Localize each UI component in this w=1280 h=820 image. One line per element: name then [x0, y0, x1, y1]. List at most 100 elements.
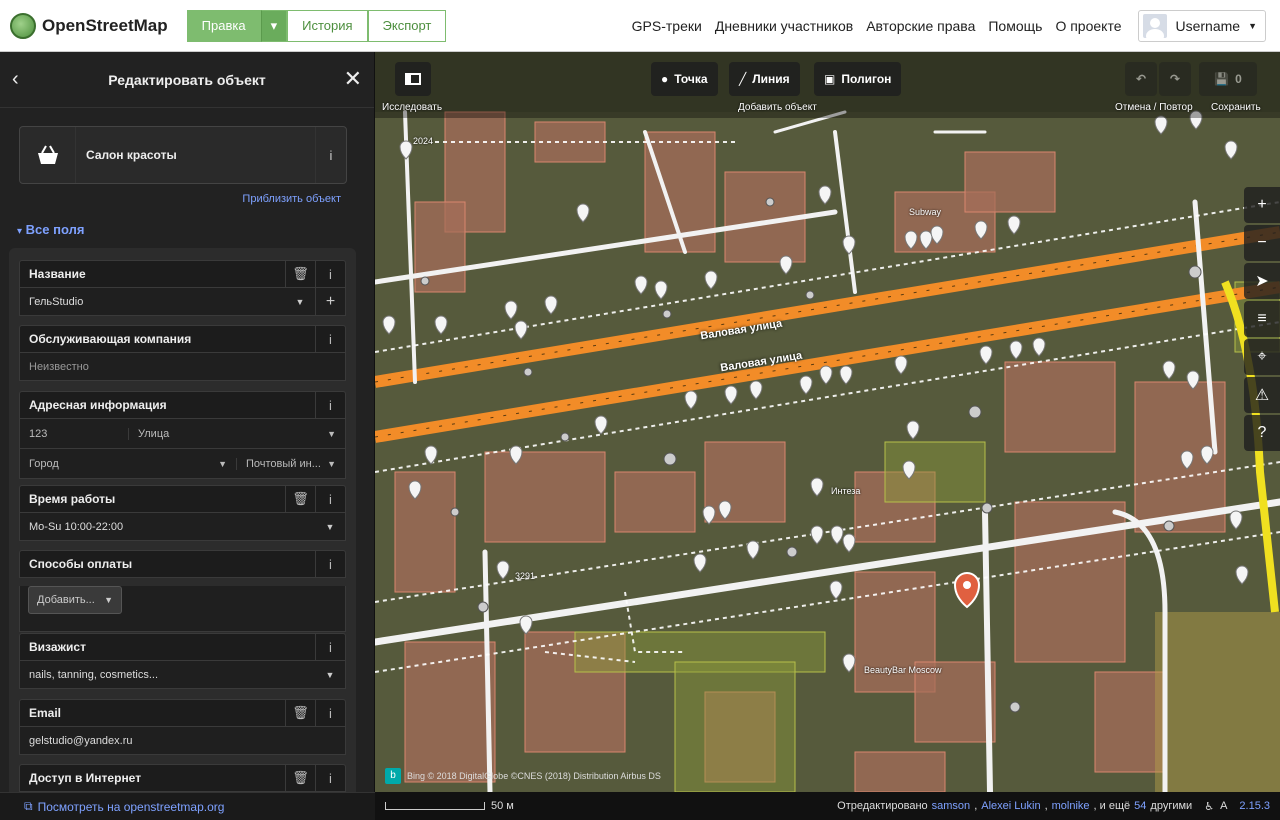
add-line-button[interactable]: ╱ Линия: [729, 62, 800, 96]
user-link[interactable]: samson: [932, 800, 971, 812]
zoom-in-icon[interactable]: +: [1244, 187, 1280, 223]
plus-icon[interactable]: +: [315, 288, 345, 315]
field-label: Адресная информация: [29, 398, 167, 412]
field-name: Название 🗑 i ГельStudio ▼ +: [19, 260, 346, 316]
info-icon[interactable]: i: [315, 486, 345, 512]
nav-links: GPS-треки Дневники участников Авторские …: [632, 9, 1266, 42]
help-icon[interactable]: ?: [1244, 415, 1280, 451]
field-internet-access: Доступ в Интернет 🗑 i: [19, 764, 346, 792]
street-input[interactable]: Улица ▼: [129, 428, 345, 440]
field-label: Email: [29, 706, 62, 720]
back-icon[interactable]: ‹: [12, 68, 19, 91]
chevron-down-icon: ▾: [17, 226, 23, 237]
field-label: Способы оплаты: [29, 557, 133, 571]
field-email: Email 🗑 i gelstudio@yandex.ru: [19, 699, 346, 755]
avatar: [1143, 13, 1168, 38]
accessibility-icon[interactable]: ♿: [1204, 800, 1214, 813]
housenumber-input[interactable]: 123: [20, 427, 129, 440]
poi-label: 2024: [413, 136, 434, 146]
issues-icon[interactable]: ⚠: [1244, 377, 1280, 413]
info-icon[interactable]: i: [315, 127, 346, 183]
user-menu-button[interactable]: Username ▼: [1138, 9, 1266, 42]
info-icon[interactable]: i: [315, 551, 345, 577]
field-makeup: Визажист i nails, tanning, cosmetics... …: [19, 633, 346, 689]
postcode-input[interactable]: Почтовый ин... ▼: [237, 458, 345, 470]
dropdown-arrow-icon[interactable]: ▼: [285, 297, 315, 307]
edit-button-group: Правка ▾ История Экспорт: [186, 9, 447, 42]
dropdown-arrow-icon[interactable]: ▼: [315, 522, 345, 532]
dropdown-arrow-icon[interactable]: ▼: [315, 670, 345, 680]
city-input[interactable]: Город ▼: [20, 457, 237, 470]
redo-icon: ↷: [1169, 72, 1181, 86]
email-field[interactable]: gelstudio@yandex.ru: [19, 727, 346, 755]
bing-logo-icon: b: [385, 768, 401, 784]
geolocate-icon[interactable]: ➤: [1244, 263, 1280, 299]
info-icon[interactable]: i: [315, 700, 345, 726]
trash-icon[interactable]: 🗑: [285, 261, 315, 287]
add-object-label: Добавить объект: [738, 102, 817, 113]
history-button[interactable]: История: [287, 9, 368, 42]
map-canvas[interactable]: Валовая улица Валовая улица Subway Интез…: [375, 52, 1280, 792]
osm-logo-icon: [10, 12, 36, 39]
map-controls: + − ➤ ≡ ⌖ ⚠ ?: [1244, 187, 1280, 453]
trash-icon[interactable]: 🗑: [285, 486, 315, 512]
nav-link-about[interactable]: О проекте: [1055, 18, 1121, 34]
trash-icon[interactable]: 🗑: [285, 700, 315, 726]
more-users-link[interactable]: 54: [1134, 800, 1146, 812]
field-operator: Обслуживающая компания i Неизвестно: [19, 325, 346, 381]
info-icon[interactable]: i: [315, 634, 345, 660]
nav-link-diaries[interactable]: Дневники участников: [715, 18, 853, 34]
zoom-to-object-link[interactable]: Приблизить объект: [242, 193, 341, 205]
map-data-icon[interactable]: ⌖: [1244, 339, 1280, 375]
dropdown-arrow-icon: ▼: [218, 458, 227, 469]
poi-label: 3291: [515, 571, 536, 581]
scale-bar[interactable]: [385, 802, 485, 810]
nav-link-gps-traces[interactable]: GPS-треки: [632, 18, 702, 34]
all-fields-toggle[interactable]: ▾ Все поля: [17, 222, 84, 237]
chevron-down-icon: ▼: [1248, 20, 1257, 31]
name-input[interactable]: ГельStudio ▼ +: [19, 288, 346, 316]
undo-button[interactable]: ↶: [1125, 62, 1157, 96]
edit-button[interactable]: Правка: [186, 9, 261, 42]
version-link[interactable]: 2.15.3: [1239, 800, 1270, 812]
top-navbar: OpenStreetMap Правка ▾ История Экспорт G…: [0, 0, 1280, 52]
layers-icon[interactable]: ≡: [1244, 301, 1280, 337]
view-on-osm-link[interactable]: ⧉ Посмотреть на openstreetmap.org: [0, 792, 375, 820]
info-icon[interactable]: i: [315, 765, 345, 791]
shopping-basket-icon: [20, 127, 76, 183]
osm-logo[interactable]: OpenStreetMap: [10, 12, 168, 39]
makeup-input[interactable]: nails, tanning, cosmetics... ▼: [19, 661, 346, 689]
poi-label: Subway: [909, 207, 942, 217]
info-icon[interactable]: i: [315, 261, 345, 287]
polygon-icon: ▣: [824, 72, 836, 86]
add-point-button[interactable]: ● Точка: [651, 62, 718, 96]
field-label: Название: [29, 267, 86, 281]
user-link[interactable]: molnike: [1052, 800, 1090, 812]
all-fields-label: Все поля: [25, 222, 85, 237]
field-label: Доступ в Интернет: [29, 771, 142, 785]
save-button[interactable]: 💾 0: [1199, 62, 1257, 96]
zoom-out-icon[interactable]: −: [1244, 225, 1280, 261]
inspect-button[interactable]: [395, 62, 431, 96]
preset-selector[interactable]: Салон красоты i: [19, 126, 347, 184]
nav-link-copyright[interactable]: Авторские права: [866, 18, 975, 34]
operator-input[interactable]: Неизвестно: [19, 353, 346, 381]
info-icon[interactable]: i: [315, 326, 345, 352]
language-icon[interactable]: A: [1220, 800, 1227, 812]
export-button[interactable]: Экспорт: [367, 9, 447, 42]
trash-icon[interactable]: 🗑: [285, 765, 315, 791]
redo-button[interactable]: ↷: [1159, 62, 1191, 96]
opening-hours-input[interactable]: Mo-Su 10:00-22:00 ▼: [19, 513, 346, 541]
external-link-icon: ⧉: [24, 799, 33, 813]
map-imagery: [375, 52, 1280, 792]
close-icon[interactable]: ✕: [344, 66, 362, 92]
edit-dropdown-caret-icon[interactable]: ▾: [260, 9, 288, 42]
save-label: Сохранить: [1211, 102, 1261, 113]
add-payment-button[interactable]: Добавить... ▼: [28, 586, 122, 614]
point-icon: ●: [661, 72, 669, 86]
field-address: Адресная информация i 123 Улица ▼ Город ▼ …: [19, 391, 346, 479]
nav-link-help[interactable]: Помощь: [988, 18, 1042, 34]
user-link[interactable]: Alexei Lukin: [981, 800, 1040, 812]
add-area-button[interactable]: ▣ Полигон: [814, 62, 902, 96]
info-icon[interactable]: i: [315, 392, 345, 418]
